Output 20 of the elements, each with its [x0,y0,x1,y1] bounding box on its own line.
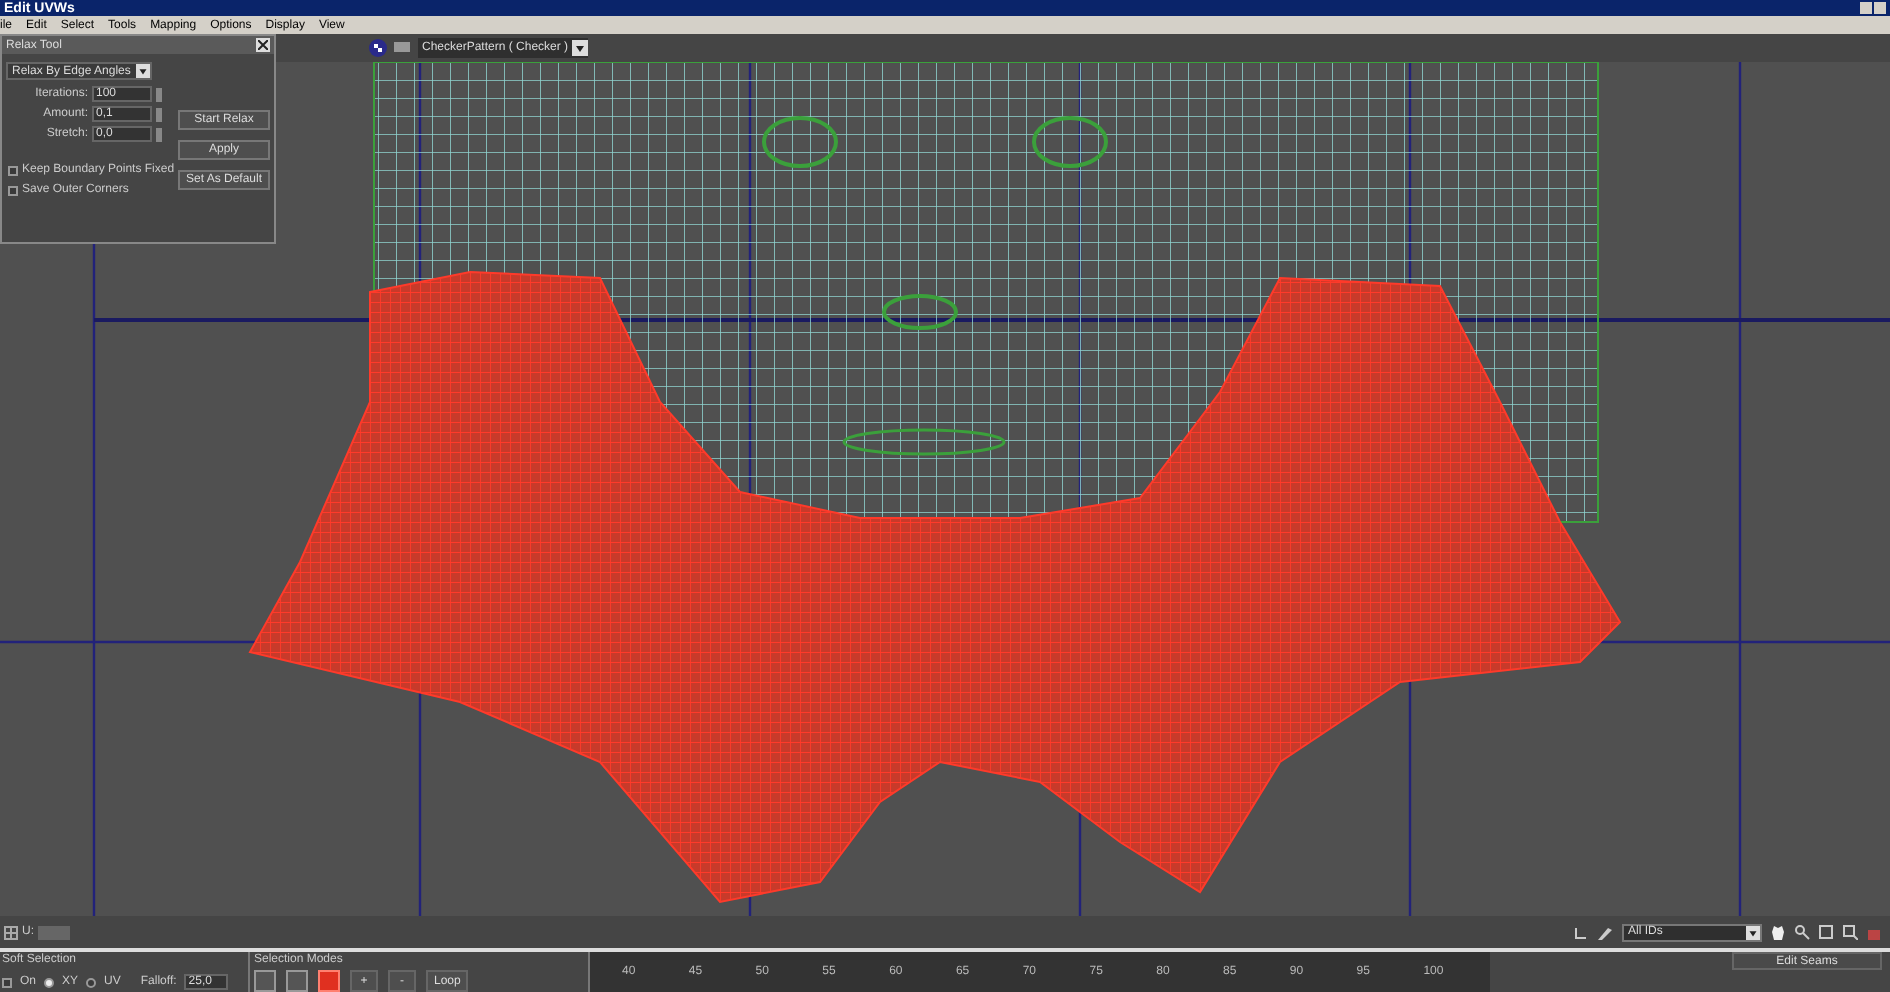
caret-icon [1746,925,1760,939]
selection-mode-icon[interactable] [286,970,308,992]
checkbox[interactable] [8,165,18,175]
frame-icon[interactable] [1842,924,1858,940]
radio-button[interactable] [44,977,55,987]
brush-icon[interactable] [1596,923,1614,941]
hand-icon[interactable] [1770,924,1786,940]
corner-icon[interactable] [1574,925,1588,939]
zoom-region-icon[interactable] [1818,924,1834,940]
checkbox[interactable] [8,185,18,195]
caret-icon [572,40,588,56]
grid-icon[interactable] [4,925,18,939]
u-field[interactable] [38,925,70,939]
selection-mode-icon[interactable] [254,970,276,992]
checkbox[interactable] [2,977,12,987]
caret-icon [136,64,150,78]
radio-button[interactable] [86,977,97,987]
close-button[interactable] [256,38,270,52]
checker-icon[interactable] [368,38,388,58]
magnifier-icon[interactable] [1794,924,1810,940]
